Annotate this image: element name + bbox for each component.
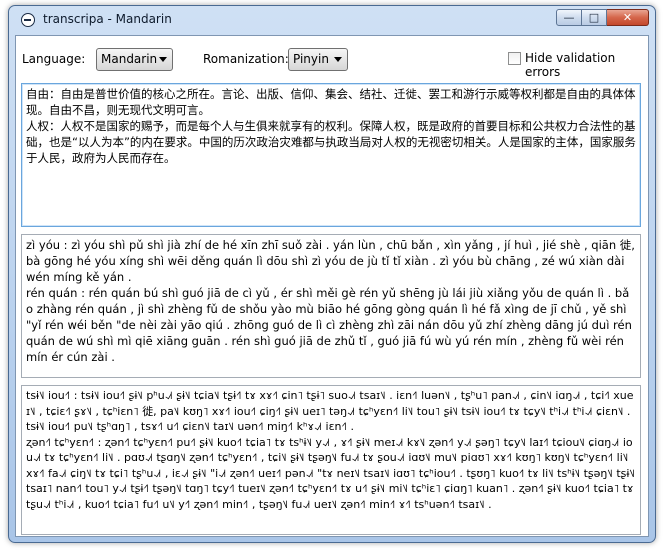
app-icon[interactable] — [21, 13, 35, 27]
pinyin-text: zì yóu : zì yóu shì pǔ shì jià zhí de hé… — [26, 238, 635, 364]
source-text: 自由：自由是普世价值的核心之所在。言论、出版、信仰、集会、结社、迁徙、罢工和游行… — [26, 87, 636, 165]
hide-validation-checkbox[interactable] — [508, 52, 521, 65]
pinyin-output-area[interactable]: zì yóu : zì yóu shì pǔ shì jià zhí de hé… — [21, 234, 641, 378]
romanization-label: Romanization: — [203, 52, 289, 66]
romanization-select-value: Pinyin — [293, 52, 329, 66]
language-select-value: Mandarin — [101, 52, 158, 66]
window-title: transcripa - Mandarin — [43, 12, 172, 26]
chevron-down-icon — [159, 57, 167, 62]
language-label: Language: — [22, 52, 86, 66]
title-bar[interactable]: transcripa - Mandarin — □ ✕ — [9, 6, 655, 34]
window-controls: — □ ✕ — [556, 9, 649, 27]
chevron-down-icon — [334, 57, 342, 62]
language-select[interactable]: Mandarin — [96, 48, 173, 71]
app-window: transcripa - Mandarin — □ ✕ Language: Ma… — [8, 5, 656, 543]
hide-validation-label[interactable]: Hide validation errors — [525, 51, 648, 79]
ipa-output-area[interactable]: tsɨ˥˩ iou˧˥ : tsɨ˥˩ iou˧˥ ʂɨ˥˩ pʰu˨˩˦ ʂɨ… — [21, 385, 641, 535]
source-text-area[interactable]: 自由：自由是普世价值的核心之所在。言论、出版、信仰、集会、结社、迁徙、罢工和游行… — [21, 83, 641, 227]
toolbar: Language: Mandarin Romanization: Pinyin … — [16, 36, 648, 79]
main-client-area: Language: Mandarin Romanization: Pinyin … — [15, 35, 649, 537]
maximize-button[interactable]: □ — [582, 9, 607, 26]
minimize-button[interactable]: — — [556, 9, 582, 26]
romanization-select[interactable]: Pinyin — [288, 48, 348, 71]
close-button[interactable]: ✕ — [607, 9, 649, 26]
ipa-text: tsɨ˥˩ iou˧˥ : tsɨ˥˩ iou˧˥ ʂɨ˥˩ pʰu˨˩˦ ʂɨ… — [26, 389, 635, 511]
